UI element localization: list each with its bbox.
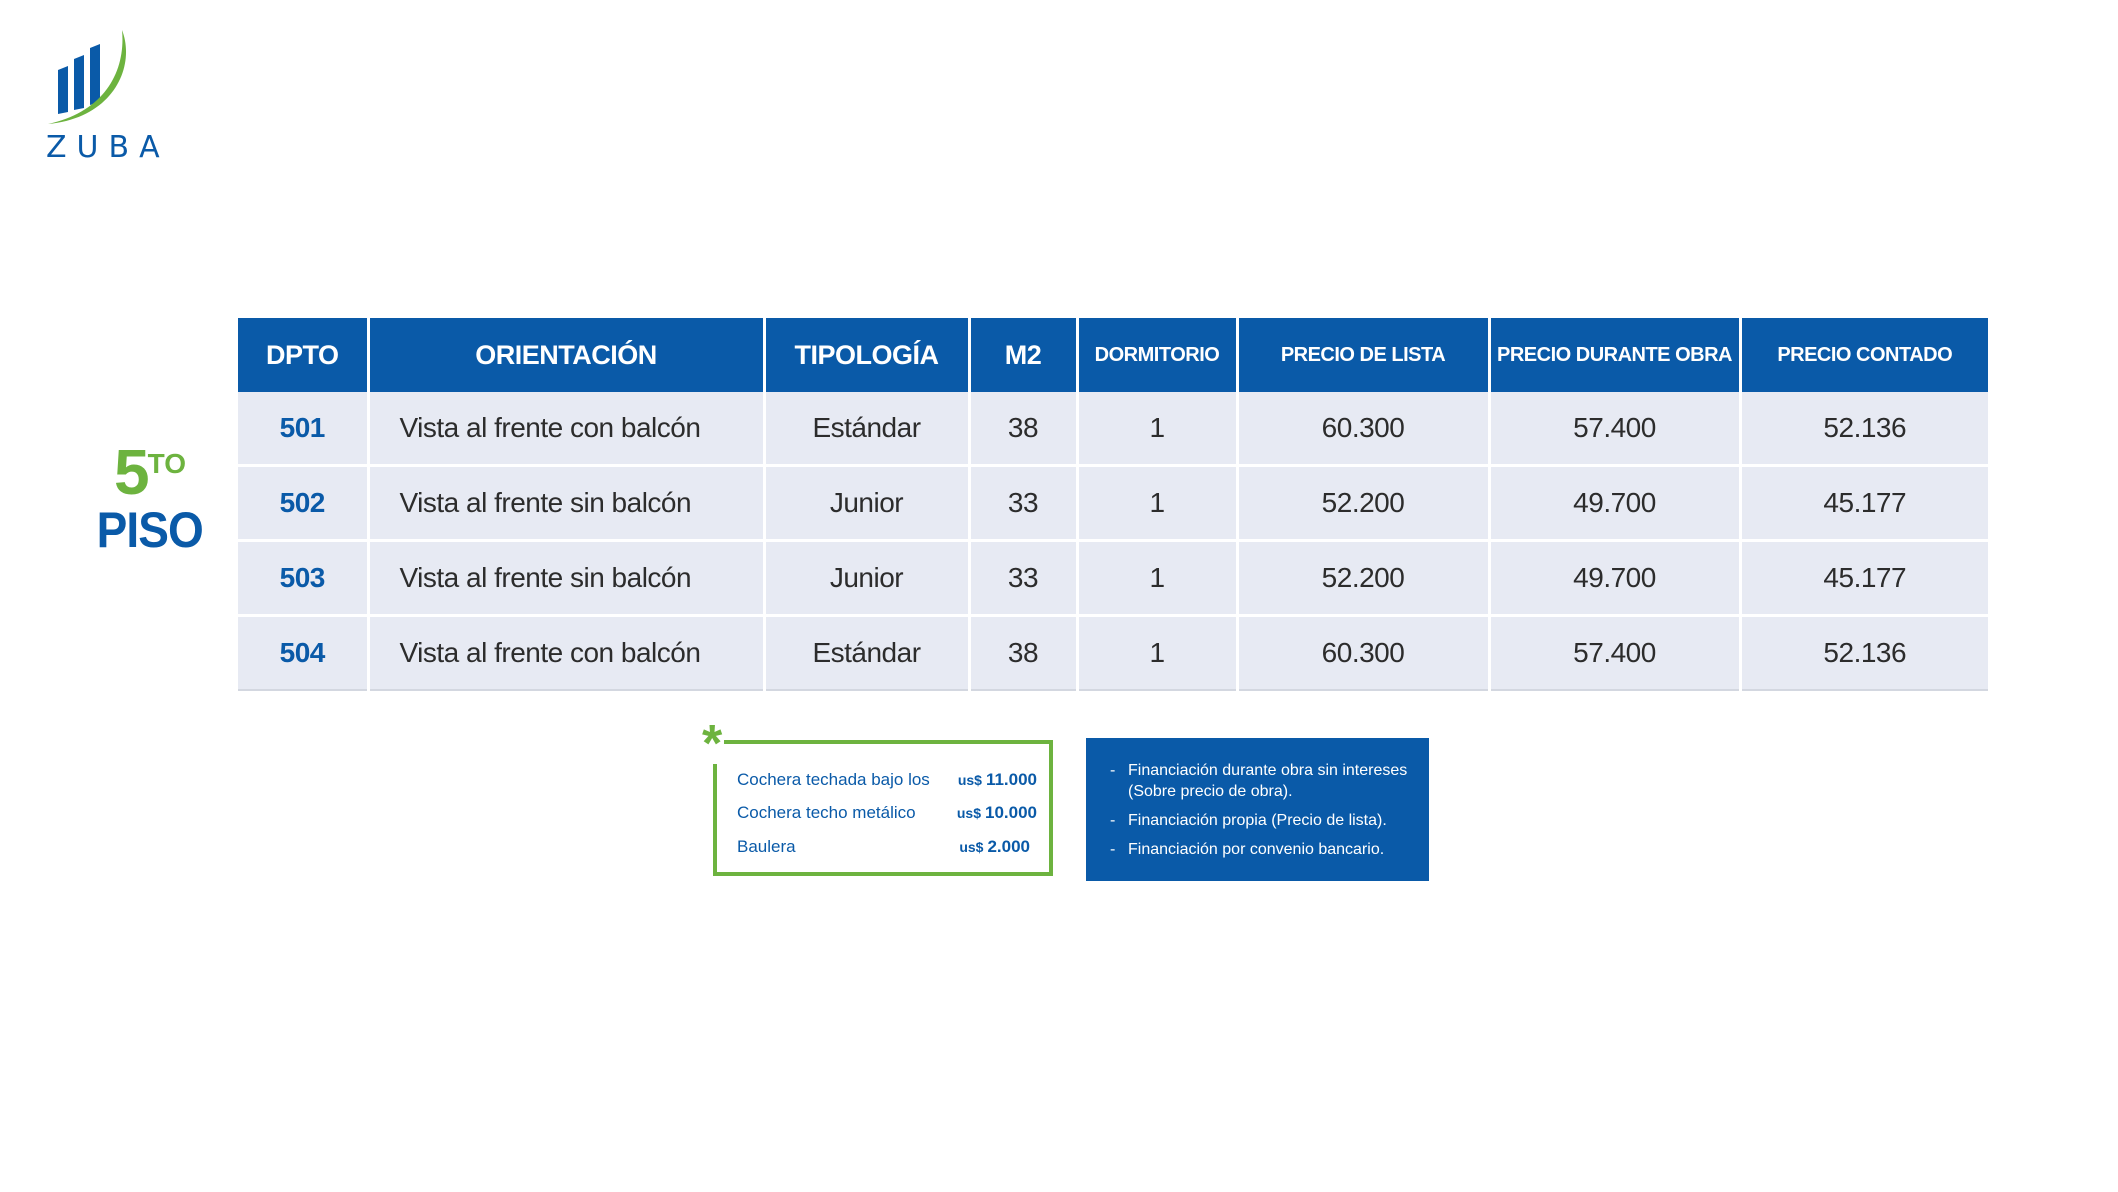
extras-item: Cochera techada bajo los us$ 11.000 <box>737 770 1037 800</box>
cell-m2: 33 <box>967 465 1077 542</box>
financing-text: Financiación por convenio bancario. <box>1128 841 1385 858</box>
cell-precio-obra: 49.700 <box>1487 465 1740 542</box>
extras-label: Baulera <box>737 837 796 856</box>
table-row: 502 Vista al frente sin balcón Junior 33… <box>238 465 1988 542</box>
header-precio-obra: PRECIO DURANTE OBRA <box>1487 318 1740 392</box>
cell-precio-lista: 60.300 <box>1235 392 1489 467</box>
financing-item: - Financiación durante obra sin interese… <box>1110 760 1409 802</box>
cell-precio-lista: 52.200 <box>1235 465 1489 542</box>
bullet-dash: - <box>1110 762 1116 779</box>
header-precio-contado: PRECIO CONTADO <box>1738 318 1988 392</box>
cell-dormitorio: 1 <box>1075 615 1237 691</box>
cell-orientacion: Vista al frente sin balcón <box>366 465 764 542</box>
cell-precio-lista: 52.200 <box>1235 540 1489 617</box>
cell-orientacion: Vista al frente con balcón <box>366 392 764 467</box>
cell-precio-obra: 57.400 <box>1487 615 1740 691</box>
header-dormitorio: DORMITORIO <box>1075 318 1237 392</box>
header-precio-lista: PRECIO DE LISTA <box>1235 318 1489 392</box>
financing-text: Financiación durante obra sin intereses <box>1128 762 1408 779</box>
bullet-dash: - <box>1110 841 1116 858</box>
cell-dormitorio: 1 <box>1075 392 1237 467</box>
cell-tipologia: Estándar <box>762 392 969 467</box>
zuba-logo: ZUBA <box>44 26 170 166</box>
cell-dpto: 504 <box>238 615 368 691</box>
extras-price: us$ 2.000 <box>959 837 1030 857</box>
currency-label: us$ <box>957 772 982 788</box>
financing-item: - Financiación por convenio bancario. <box>1110 839 1409 860</box>
bullet-dash: - <box>1110 812 1116 829</box>
table-header-row: DPTO ORIENTACIÓN TIPOLOGÍA M2 DORMITORIO… <box>238 318 1988 392</box>
cell-m2: 38 <box>967 615 1077 691</box>
cell-precio-contado: 52.136 <box>1738 392 1988 467</box>
financing-subtext: (Sobre precio de obra). <box>1128 783 1293 800</box>
price-value: 11.000 <box>985 770 1037 789</box>
floor-suffix: TO <box>147 448 186 479</box>
cell-m2: 38 <box>967 392 1077 467</box>
price-value: 2.000 <box>987 837 1030 856</box>
financing-text: Financiación propia (Precio de lista). <box>1128 812 1387 829</box>
financing-item: - Financiación propia (Precio de lista). <box>1110 810 1409 831</box>
cell-dormitorio: 1 <box>1075 465 1237 542</box>
floor-piso: PISO <box>96 502 204 558</box>
cell-tipologia: Estándar <box>762 615 969 691</box>
cell-dpto: 502 <box>238 465 368 542</box>
price-value: 10.000 <box>985 803 1037 822</box>
extras-item: Cochera techo metálico us$ 10.000 <box>737 803 1037 833</box>
floor-label: 5TO PISO <box>90 440 210 556</box>
header-tipologia: TIPOLOGÍA <box>762 318 969 392</box>
cell-tipologia: Junior <box>762 465 969 542</box>
extras-box: Cochera techada bajo los us$ 11.000 Coche… <box>713 740 1053 876</box>
cell-precio-contado: 45.177 <box>1738 465 1988 542</box>
header-orientacion: ORIENTACIÓN <box>366 318 764 392</box>
cell-precio-contado: 45.177 <box>1738 540 1988 617</box>
cell-dormitorio: 1 <box>1075 540 1237 617</box>
floor-number: 5 <box>114 436 150 508</box>
extras-price: us$ 10.000 <box>957 803 1037 823</box>
price-table: DPTO ORIENTACIÓN TIPOLOGÍA M2 DORMITORIO… <box>238 318 1988 691</box>
extras-label: Cochera techada bajo los <box>737 770 930 789</box>
table-row: 503 Vista al frente sin balcón Junior 33… <box>238 540 1988 617</box>
cell-dpto: 501 <box>238 392 368 467</box>
cell-precio-obra: 57.400 <box>1487 392 1740 467</box>
extras-item: Baulera us$ 2.000 <box>737 837 1037 867</box>
cell-m2: 33 <box>967 540 1077 617</box>
cell-precio-obra: 49.700 <box>1487 540 1740 617</box>
currency-label: us$ <box>956 805 981 821</box>
cell-tipologia: Junior <box>762 540 969 617</box>
cell-orientacion: Vista al frente sin balcón <box>366 540 764 617</box>
table-row: 504 Vista al frente con balcón Estándar … <box>238 615 1988 691</box>
financing-box: - Financiación durante obra sin interese… <box>1086 738 1429 881</box>
header-m2: M2 <box>967 318 1077 392</box>
header-dpto: DPTO <box>238 318 368 392</box>
cell-orientacion: Vista al frente con balcón <box>366 615 764 691</box>
bar-chart-logo-icon <box>48 30 127 124</box>
table-row: 501 Vista al frente con balcón Estándar … <box>238 392 1988 467</box>
extras-label: Cochera techo metálico <box>737 803 916 822</box>
cell-dpto: 503 <box>238 540 368 617</box>
cell-precio-contado: 52.136 <box>1738 615 1988 691</box>
asterisk-icon: * <box>700 715 725 773</box>
cell-precio-lista: 60.300 <box>1235 615 1489 691</box>
brand-name: ZUBA <box>46 130 170 165</box>
currency-label: us$ <box>959 839 984 855</box>
extras-price: us$ 11.000 <box>958 770 1037 790</box>
